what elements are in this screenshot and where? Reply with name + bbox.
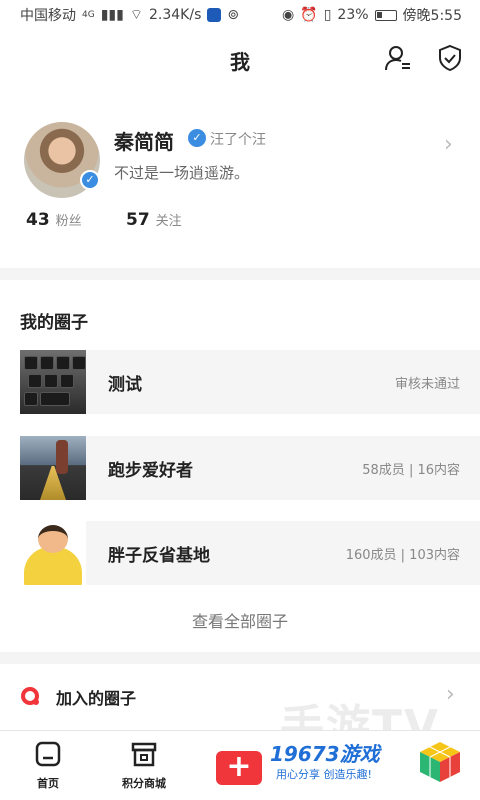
alarm-icon: ⏰ (300, 7, 318, 23)
store-icon (131, 742, 157, 767)
followers-stat[interactable]: 43 粉丝 (26, 210, 82, 230)
carrier-label: 中国移动 (20, 8, 76, 24)
status-left: 中国移动 4G ▮▮▮ ⌔ 2.34K/s ⊚ (20, 5, 239, 25)
circle-thumbnail (20, 436, 86, 500)
profile-card[interactable]: ✓ 秦简简 ✓ 汪了个汪 不过是一场逍遥游。 › 43 粉丝 57 关注 (0, 118, 480, 258)
add-button[interactable]: + (216, 751, 262, 785)
shield-check-icon[interactable] (436, 44, 464, 72)
tab-home[interactable]: 首页 (8, 739, 88, 791)
wifi-icon: ⌔ (129, 7, 143, 23)
net-speed: 2.34K/s (149, 7, 202, 23)
eye-icon: ◉ (282, 7, 295, 23)
status-right: ◉ ⏰ ▯ 23% 傍晚5:55 (282, 5, 462, 25)
circle-name: 跑步爱好者 (108, 461, 193, 481)
battery-percent: 23% (337, 7, 369, 23)
watermark-brand: 19673游戏 (270, 742, 380, 766)
circle-status: 审核未通过 (394, 377, 460, 392)
following-label: 关注 (155, 214, 182, 229)
my-circles-title: 我的圈子 (20, 313, 88, 333)
circle-item-test[interactable]: 测试 审核未通过 (20, 350, 480, 414)
app-notification-icon (207, 8, 222, 22)
view-all-circles-link[interactable]: 查看全部圈子 (0, 608, 480, 632)
verified-icon: ✓ (188, 129, 206, 147)
section-divider (0, 268, 480, 280)
network-label: 4G (82, 10, 95, 20)
tab-label: 积分商城 (122, 777, 166, 790)
header: 我 (0, 30, 480, 88)
status-bar: 中国移动 4G ▮▮▮ ⌔ 2.34K/s ⊚ ◉ ⏰ ▯ 23% 傍晚5:55 (0, 0, 480, 30)
user-bio: 不过是一场逍遥游。 (114, 164, 250, 182)
cube-logo-icon (420, 742, 460, 782)
following-count: 57 (126, 210, 150, 230)
home-icon (35, 741, 61, 767)
circle-stats: 58成员 | 16内容 (362, 463, 460, 478)
vibrate-icon: ▯ (323, 7, 332, 23)
circle-stats: 160成员 | 103内容 (345, 548, 460, 563)
followers-count: 43 (26, 210, 50, 230)
watermark-slogan: 用心分享 创造乐趣! (276, 768, 372, 781)
tab-label: 首页 (37, 777, 59, 790)
user-name: 秦简简 (114, 130, 174, 154)
user-list-icon[interactable] (384, 44, 412, 72)
battery-icon (374, 9, 397, 21)
joined-circles-label: 加入的圈子 (56, 689, 137, 708)
section-divider (0, 652, 480, 664)
tab-points-mall[interactable]: 积分商城 (104, 739, 184, 791)
circle-ring-icon (21, 687, 39, 705)
bottom-tab-bar: 首页 积分商城 + (0, 730, 480, 800)
signal-icon: ▮▮▮ (100, 7, 124, 23)
cast-icon: ⊚ (227, 7, 240, 23)
circle-thumbnail (20, 521, 86, 585)
circle-item-running[interactable]: 跑步爱好者 58成员 | 16内容 (20, 436, 480, 500)
circle-item-fatty[interactable]: 胖子反省基地 160成员 | 103内容 (20, 521, 480, 585)
circle-thumbnail (20, 350, 86, 414)
avatar-verified-icon: ✓ (80, 170, 100, 190)
chevron-right-icon[interactable]: › (444, 132, 453, 157)
chevron-right-icon[interactable]: › (446, 682, 455, 707)
verify-text: 汪了个汪 (210, 132, 266, 148)
following-stat[interactable]: 57 关注 (126, 210, 182, 230)
circle-name: 胖子反省基地 (108, 546, 210, 566)
circle-name: 测试 (108, 375, 142, 395)
followers-label: 粉丝 (55, 214, 82, 229)
clock: 傍晚5:55 (402, 8, 462, 24)
